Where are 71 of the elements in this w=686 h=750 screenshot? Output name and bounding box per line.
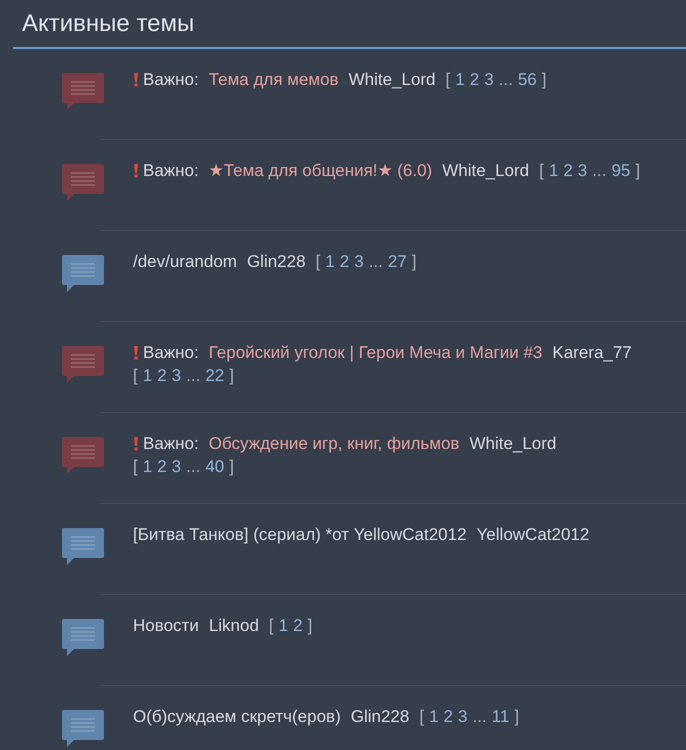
bracket: [: [446, 69, 450, 91]
bracket: ]: [635, 160, 640, 182]
bracket: ]: [412, 251, 417, 273]
important-label: Важно:: [143, 342, 199, 364]
page-link[interactable]: 3: [578, 159, 588, 182]
topic-title-link[interactable]: О(б)суждаем скретч(еров): [133, 705, 341, 728]
topic-title-link[interactable]: [Битва Танков] (сериал) *от YellowCat2012: [133, 523, 467, 546]
topic-title-link[interactable]: ★Тема для общения!★ (6.0): [208, 159, 432, 182]
bracket: ]: [542, 69, 546, 91]
page-ellipsis: ...: [186, 456, 200, 478]
page-link[interactable]: 22: [205, 364, 224, 387]
page-link[interactable]: 2: [293, 614, 303, 637]
page-link[interactable]: 1: [142, 455, 152, 478]
page-link[interactable]: 2: [444, 705, 454, 728]
page-link[interactable]: 3: [172, 455, 182, 478]
important-label: Важно:: [143, 160, 199, 182]
page-link[interactable]: 56: [518, 68, 537, 91]
page-link[interactable]: 2: [340, 250, 350, 273]
author-link[interactable]: White_Lord: [348, 68, 436, 91]
page-link[interactable]: 1: [325, 250, 335, 273]
bracket: [: [419, 706, 424, 728]
topic-title-link[interactable]: /dev/urandom: [133, 250, 237, 273]
page-ellipsis: ...: [592, 160, 606, 182]
bracket: [: [133, 365, 138, 387]
page-ellipsis: ...: [498, 69, 513, 91]
bracket: [: [316, 251, 320, 273]
page-link[interactable]: 1: [278, 614, 288, 637]
topic-title-link[interactable]: Обсуждение игр, книг, фильмов: [208, 432, 460, 455]
page-link[interactable]: 2: [157, 455, 167, 478]
page-link[interactable]: 11: [492, 705, 510, 728]
page-link[interactable]: 2: [563, 159, 573, 182]
bracket: ]: [229, 365, 234, 387]
page-link[interactable]: 95: [611, 159, 630, 182]
bracket: [: [268, 615, 274, 637]
page-link[interactable]: 3: [172, 364, 182, 387]
important-label: Важно:: [143, 433, 199, 455]
page-link[interactable]: 3: [458, 705, 468, 728]
author-link[interactable]: White_Lord: [469, 432, 556, 455]
section-title: Активные темы: [22, 10, 194, 38]
author-link[interactable]: Karera_77: [552, 341, 632, 364]
exclamation-icon: [133, 164, 139, 178]
topic-title-link[interactable]: Геройский уголок | Герои Меча и Магии #3: [208, 341, 542, 364]
page-link[interactable]: 1: [548, 159, 558, 182]
exclamation-icon: [133, 436, 139, 450]
page-link[interactable]: 27: [388, 250, 407, 273]
important-label: Важно:: [143, 69, 199, 91]
bracket: [: [539, 160, 544, 182]
author-link[interactable]: White_Lord: [442, 159, 530, 182]
bracket: ]: [229, 456, 234, 478]
page-link[interactable]: 1: [142, 364, 152, 387]
page-link[interactable]: 1: [429, 705, 439, 728]
bracket: ]: [514, 706, 520, 728]
page-link[interactable]: 3: [354, 250, 364, 273]
page-link[interactable]: 3: [484, 68, 494, 91]
author-link[interactable]: Liknod: [208, 614, 259, 637]
page-ellipsis: ...: [186, 365, 200, 387]
bracket: ]: [308, 615, 312, 637]
author-link[interactable]: YellowCat2012: [476, 523, 590, 546]
page-ellipsis: ...: [472, 706, 487, 728]
author-link[interactable]: Glin228: [350, 705, 410, 728]
exclamation-icon: [133, 346, 139, 360]
page-link[interactable]: 2: [470, 68, 480, 91]
page-link[interactable]: 40: [205, 455, 224, 478]
topic-title-link[interactable]: Тема для мемов: [208, 68, 339, 91]
bracket: [: [133, 456, 138, 478]
author-link[interactable]: Glin228: [246, 250, 306, 273]
page-link[interactable]: 2: [157, 364, 167, 387]
exclamation-icon: [133, 72, 139, 86]
page-ellipsis: ...: [368, 251, 383, 273]
page-link[interactable]: 1: [455, 68, 465, 91]
topic-title-link[interactable]: Новости: [133, 614, 199, 637]
